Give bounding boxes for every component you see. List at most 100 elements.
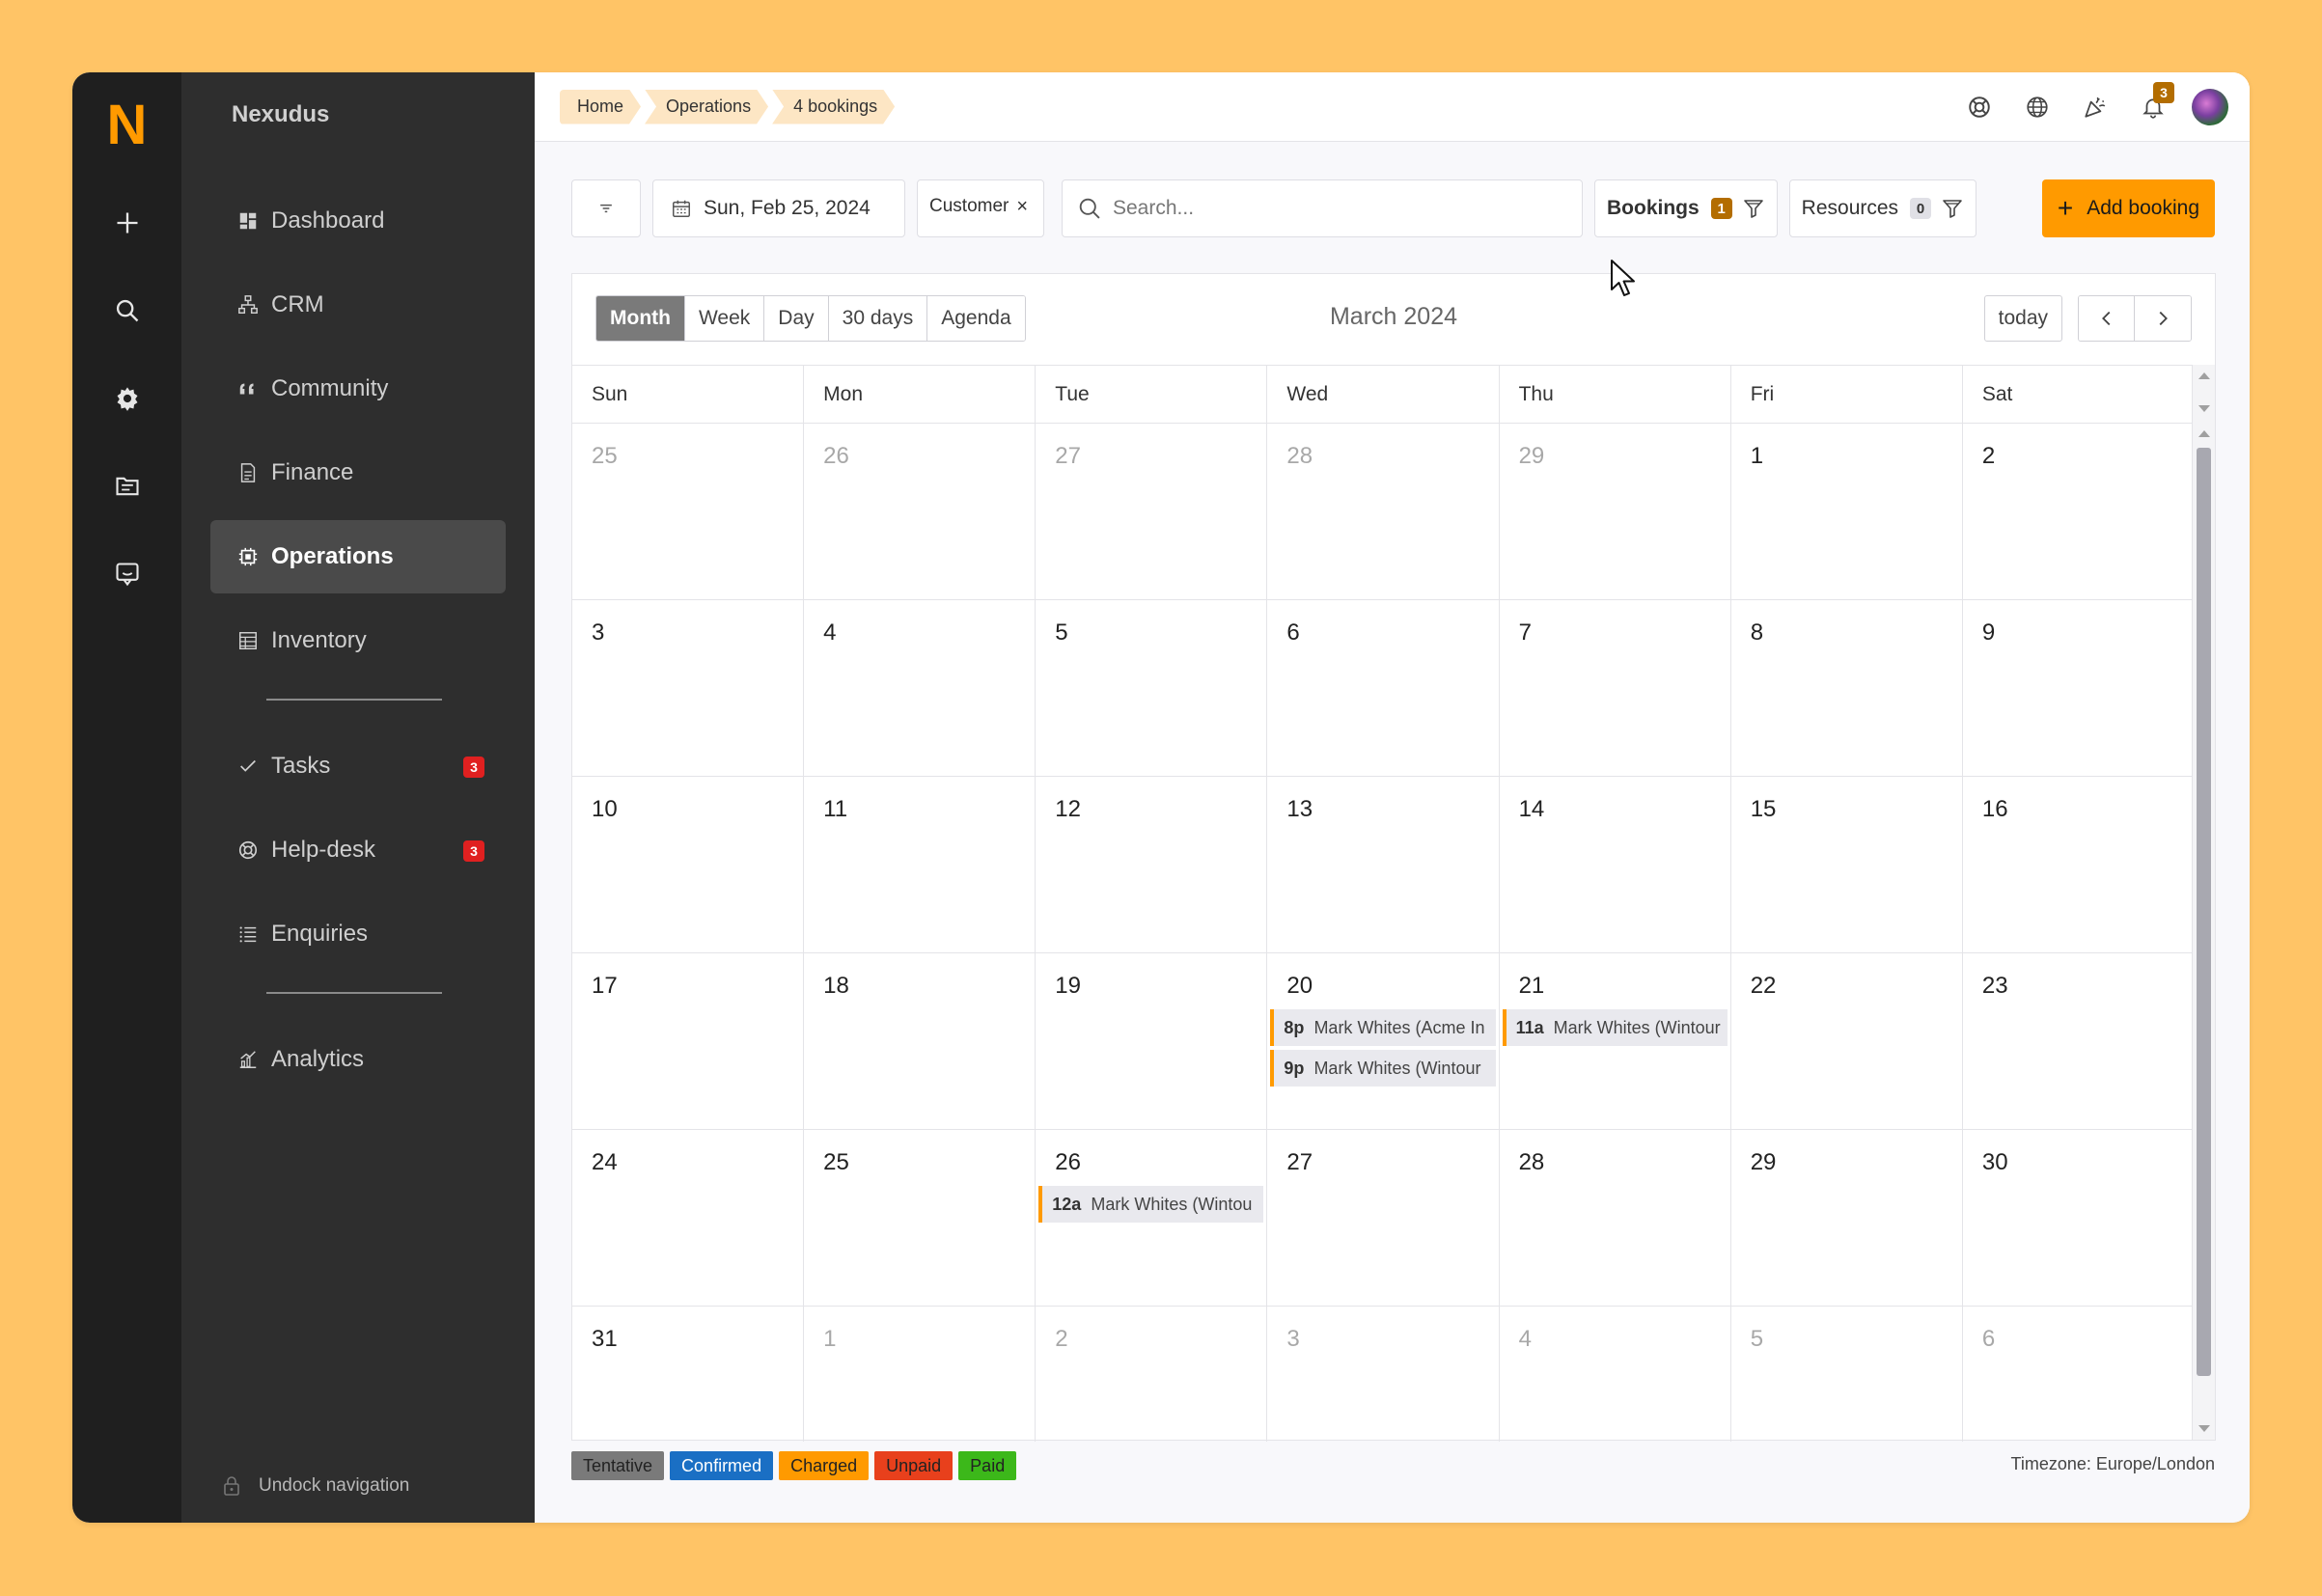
day-cell[interactable]: 14 xyxy=(1500,777,1731,952)
filter-button[interactable] xyxy=(571,179,641,237)
day-cell[interactable]: 4 xyxy=(1500,1307,1731,1442)
day-cell[interactable]: 22 xyxy=(1731,953,1963,1129)
sidebar-item-help-desk[interactable]: Help-desk 3 xyxy=(210,813,506,887)
search-icon[interactable] xyxy=(98,282,156,340)
day-cell[interactable]: 6 xyxy=(1963,1307,2194,1442)
day-number[interactable]: 6 xyxy=(1982,1326,2194,1353)
day-cell[interactable]: 24 xyxy=(572,1130,805,1306)
day-number[interactable]: 27 xyxy=(1286,1149,1498,1176)
sidebar-item-operations[interactable]: Operations xyxy=(210,520,506,593)
plus-icon[interactable] xyxy=(98,194,156,252)
sidebar-item-inventory[interactable]: Inventory xyxy=(210,604,506,677)
day-cell[interactable]: 26 12a Mark Whites (Wintou xyxy=(1036,1130,1268,1306)
day-cell[interactable]: 17 xyxy=(572,953,805,1129)
breadcrumb-home[interactable]: Home xyxy=(560,90,641,124)
day-number[interactable]: 17 xyxy=(592,973,803,1000)
day-number[interactable]: 3 xyxy=(592,619,803,647)
day-cell[interactable]: 29 xyxy=(1500,424,1731,599)
day-number[interactable]: 14 xyxy=(1519,796,1730,823)
day-number[interactable]: 30 xyxy=(1982,1149,2194,1176)
day-number[interactable]: 12 xyxy=(1055,796,1266,823)
day-number[interactable]: 2 xyxy=(1982,443,2194,470)
day-number[interactable]: 1 xyxy=(823,1326,1035,1353)
day-cell[interactable]: 16 xyxy=(1963,777,2194,952)
resources-filter-button[interactable]: Resources 0 xyxy=(1788,179,1977,237)
help-icon[interactable] xyxy=(1960,88,1999,126)
day-number[interactable]: 15 xyxy=(1751,796,1962,823)
day-cell[interactable]: 3 xyxy=(572,600,805,776)
day-cell[interactable]: 18 xyxy=(804,953,1037,1129)
day-number[interactable]: 6 xyxy=(1286,619,1498,647)
customer-filter-chip[interactable]: Customer × xyxy=(917,179,1044,237)
day-cell[interactable]: 12 xyxy=(1036,777,1268,952)
date-picker[interactable]: Sun, Feb 25, 2024 xyxy=(652,179,905,237)
day-cell[interactable]: 30 xyxy=(1963,1130,2194,1306)
day-cell[interactable]: 31 xyxy=(572,1307,805,1442)
day-number[interactable]: 29 xyxy=(1519,443,1730,470)
prev-month-button[interactable] xyxy=(2079,296,2135,341)
bookings-filter-button[interactable]: Bookings 1 xyxy=(1594,179,1778,237)
day-number[interactable]: 25 xyxy=(592,443,803,470)
day-number[interactable]: 31 xyxy=(592,1326,803,1353)
day-cell[interactable]: 28 xyxy=(1267,424,1500,599)
sidebar-item-analytics[interactable]: Analytics xyxy=(210,1023,506,1096)
day-number[interactable]: 26 xyxy=(1055,1149,1266,1176)
day-cell[interactable]: 7 xyxy=(1500,600,1731,776)
day-number[interactable]: 26 xyxy=(823,443,1035,470)
day-cell[interactable]: 25 xyxy=(804,1130,1037,1306)
day-number[interactable]: 24 xyxy=(592,1149,803,1176)
bell-icon[interactable]: 3 xyxy=(2134,82,2174,126)
scroll-up-arrow[interactable] xyxy=(2198,372,2210,379)
sidebar-item-community[interactable]: Community xyxy=(210,352,506,426)
day-cell[interactable]: 8 xyxy=(1731,600,1963,776)
day-number[interactable]: 13 xyxy=(1286,796,1498,823)
folder-icon[interactable] xyxy=(98,457,156,515)
day-number[interactable]: 7 xyxy=(1519,619,1730,647)
day-number[interactable]: 4 xyxy=(823,619,1035,647)
scrollbar-thumb[interactable] xyxy=(2197,448,2211,1376)
day-cell[interactable]: 25 xyxy=(572,424,805,599)
calendar-scrollbar[interactable] xyxy=(2192,365,2215,1440)
day-number[interactable]: 18 xyxy=(823,973,1035,1000)
day-number[interactable]: 5 xyxy=(1055,619,1266,647)
booking-event[interactable]: 9p Mark Whites (Wintour xyxy=(1270,1050,1496,1087)
day-number[interactable]: 3 xyxy=(1286,1326,1498,1353)
close-icon[interactable]: × xyxy=(1016,196,1028,218)
day-cell[interactable]: 29 xyxy=(1731,1130,1963,1306)
day-number[interactable]: 19 xyxy=(1055,973,1266,1000)
search-input[interactable] xyxy=(1113,197,1557,220)
day-number[interactable]: 16 xyxy=(1982,796,2194,823)
day-cell[interactable]: 10 xyxy=(572,777,805,952)
day-number[interactable]: 10 xyxy=(592,796,803,823)
globe-icon[interactable] xyxy=(2018,88,2057,126)
day-cell[interactable]: 3 xyxy=(1267,1307,1500,1442)
day-number[interactable]: 5 xyxy=(1751,1326,1962,1353)
scroll-up-arrow[interactable] xyxy=(2198,430,2210,437)
day-cell[interactable]: 23 xyxy=(1963,953,2194,1129)
scroll-down-arrow[interactable] xyxy=(2198,1425,2210,1432)
day-cell[interactable]: 6 xyxy=(1267,600,1500,776)
day-cell[interactable]: 20 8p Mark Whites (Acme In 9p Mark Whites (W… xyxy=(1267,953,1500,1129)
add-booking-button[interactable]: + Add booking xyxy=(2041,179,2215,237)
day-number[interactable]: 8 xyxy=(1751,619,1962,647)
day-cell[interactable]: 1 xyxy=(1731,424,1963,599)
gear-icon[interactable] xyxy=(98,370,156,427)
day-cell[interactable]: 9 xyxy=(1963,600,2194,776)
day-number[interactable]: 4 xyxy=(1519,1326,1730,1353)
day-number[interactable]: 21 xyxy=(1519,973,1730,1000)
sidebar-item-finance[interactable]: Finance xyxy=(210,436,506,509)
sidebar-item-enquiries[interactable]: Enquiries xyxy=(210,897,506,971)
day-cell[interactable]: 5 xyxy=(1731,1307,1963,1442)
day-number[interactable]: 27 xyxy=(1055,443,1266,470)
day-cell[interactable]: 2 xyxy=(1963,424,2194,599)
day-cell[interactable]: 2 xyxy=(1036,1307,1268,1442)
day-number[interactable]: 11 xyxy=(823,796,1035,823)
day-cell[interactable]: 4 xyxy=(804,600,1037,776)
day-number[interactable]: 23 xyxy=(1982,973,2194,1000)
day-cell[interactable]: 13 xyxy=(1267,777,1500,952)
next-month-button[interactable] xyxy=(2135,296,2191,341)
breadcrumb-operations[interactable]: Operations xyxy=(645,90,768,124)
booking-event[interactable]: 8p Mark Whites (Acme In xyxy=(1270,1009,1496,1046)
search-box[interactable] xyxy=(1062,179,1583,237)
day-number[interactable]: 1 xyxy=(1751,443,1962,470)
